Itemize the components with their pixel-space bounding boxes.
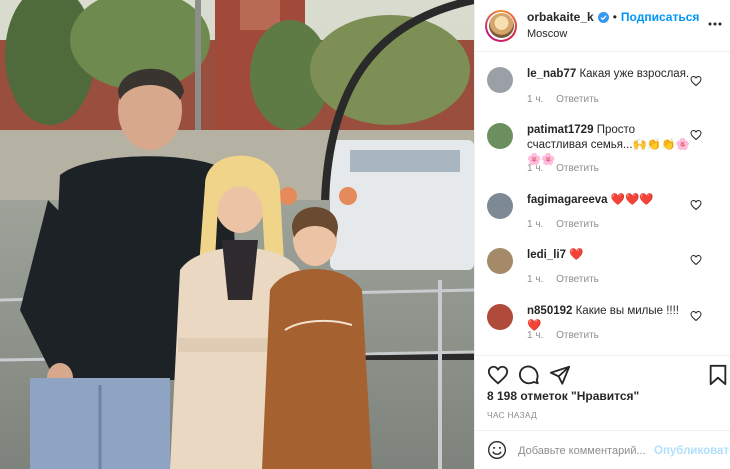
commenter-avatar[interactable] (487, 248, 513, 274)
commenter-username[interactable]: ledi_li7 (527, 249, 566, 261)
comment-text-block: le_nab77 Какая уже взрослая. (527, 67, 692, 82)
comment-text: Какая уже взрослая. (579, 68, 690, 80)
verified-badge-icon (597, 12, 609, 24)
publish-button[interactable]: Опубликовать (654, 445, 730, 457)
reply-button[interactable]: Ответить (556, 94, 599, 105)
comment-time[interactable]: 1 ч. (527, 94, 543, 105)
comment-time[interactable]: 1 ч. (527, 219, 543, 230)
commenter-username[interactable]: fagimagareeva (527, 194, 608, 206)
commenter-avatar[interactable] (487, 123, 513, 149)
comment-meta: 1 ч. Ответить (527, 94, 609, 105)
author-row: orbakaite_k • Подписаться (527, 9, 699, 25)
post-sidebar: orbakaite_k • Подписаться Moscow le_nab7… (474, 0, 730, 469)
family-photo-illustration (0, 0, 474, 469)
likes-count[interactable]: 8 198 отметок "Нравится" (487, 389, 639, 403)
comment-like-icon[interactable] (690, 129, 702, 141)
comment-input[interactable] (518, 441, 673, 461)
reply-button[interactable]: Ответить (556, 163, 599, 174)
author-avatar[interactable] (485, 9, 517, 42)
comment-meta: 1 ч. Ответить (527, 219, 609, 230)
comments-list: le_nab77 Какая уже взрослая. 1 ч. Ответи… (475, 53, 730, 355)
comment-text-block: fagimagareeva ❤️❤️❤️ (527, 193, 692, 208)
reply-button[interactable]: Ответить (556, 219, 599, 230)
commenter-username[interactable]: patimat1729 (527, 124, 593, 136)
commenter-avatar[interactable] (487, 67, 513, 93)
comment-text: ❤️❤️❤️ (610, 194, 654, 206)
post-location[interactable]: Moscow (527, 28, 699, 41)
commenter-username[interactable]: n850192 (527, 305, 572, 317)
comment-meta: 1 ч. Ответить (527, 163, 609, 174)
commenter-username[interactable]: le_nab77 (527, 68, 576, 80)
comment-like-icon[interactable] (690, 199, 702, 211)
comment-like-icon[interactable] (690, 75, 702, 87)
post-header: orbakaite_k • Подписаться Moscow (475, 0, 730, 52)
emoji-icon[interactable] (487, 440, 507, 460)
more-horizontal-icon[interactable] (707, 16, 723, 32)
comment-like-icon[interactable] (690, 254, 702, 266)
author-info: orbakaite_k • Подписаться Moscow (527, 9, 699, 41)
comment-icon[interactable] (518, 364, 540, 386)
instagram-post: orbakaite_k • Подписаться Moscow le_nab7… (0, 0, 730, 469)
author-avatar-frame (487, 11, 515, 40)
commenter-avatar[interactable] (487, 193, 513, 219)
comment-time[interactable]: 1 ч. (527, 330, 543, 341)
commenter-avatar[interactable] (487, 304, 513, 330)
reply-button[interactable]: Ответить (556, 274, 599, 285)
add-comment-bar: Опубликовать (475, 430, 730, 469)
comment-like-icon[interactable] (690, 310, 702, 322)
heart-icon[interactable] (487, 364, 509, 386)
comment-text: ❤️ (569, 249, 584, 261)
comment-meta: 1 ч. Ответить (527, 274, 609, 285)
share-icon[interactable] (549, 364, 571, 386)
author-username[interactable]: orbakaite_k (527, 10, 594, 25)
comment-time[interactable]: 1 ч. (527, 163, 543, 174)
comment-meta: 1 ч. Ответить (527, 330, 609, 341)
comment-text-block: patimat1729 Просто счастливая семья...🙌👏… (527, 123, 692, 168)
post-time[interactable]: ЧАС НАЗАД (487, 410, 537, 420)
comment-time[interactable]: 1 ч. (527, 274, 543, 285)
reply-button[interactable]: Ответить (556, 330, 599, 341)
author-avatar-image (488, 13, 514, 38)
comment-text-block: ledi_li7 ❤️ (527, 248, 692, 263)
follow-button[interactable]: Подписаться (621, 10, 699, 25)
bookmark-icon[interactable] (707, 364, 729, 386)
separator-dot: • (612, 9, 617, 24)
post-photo[interactable] (0, 0, 474, 469)
